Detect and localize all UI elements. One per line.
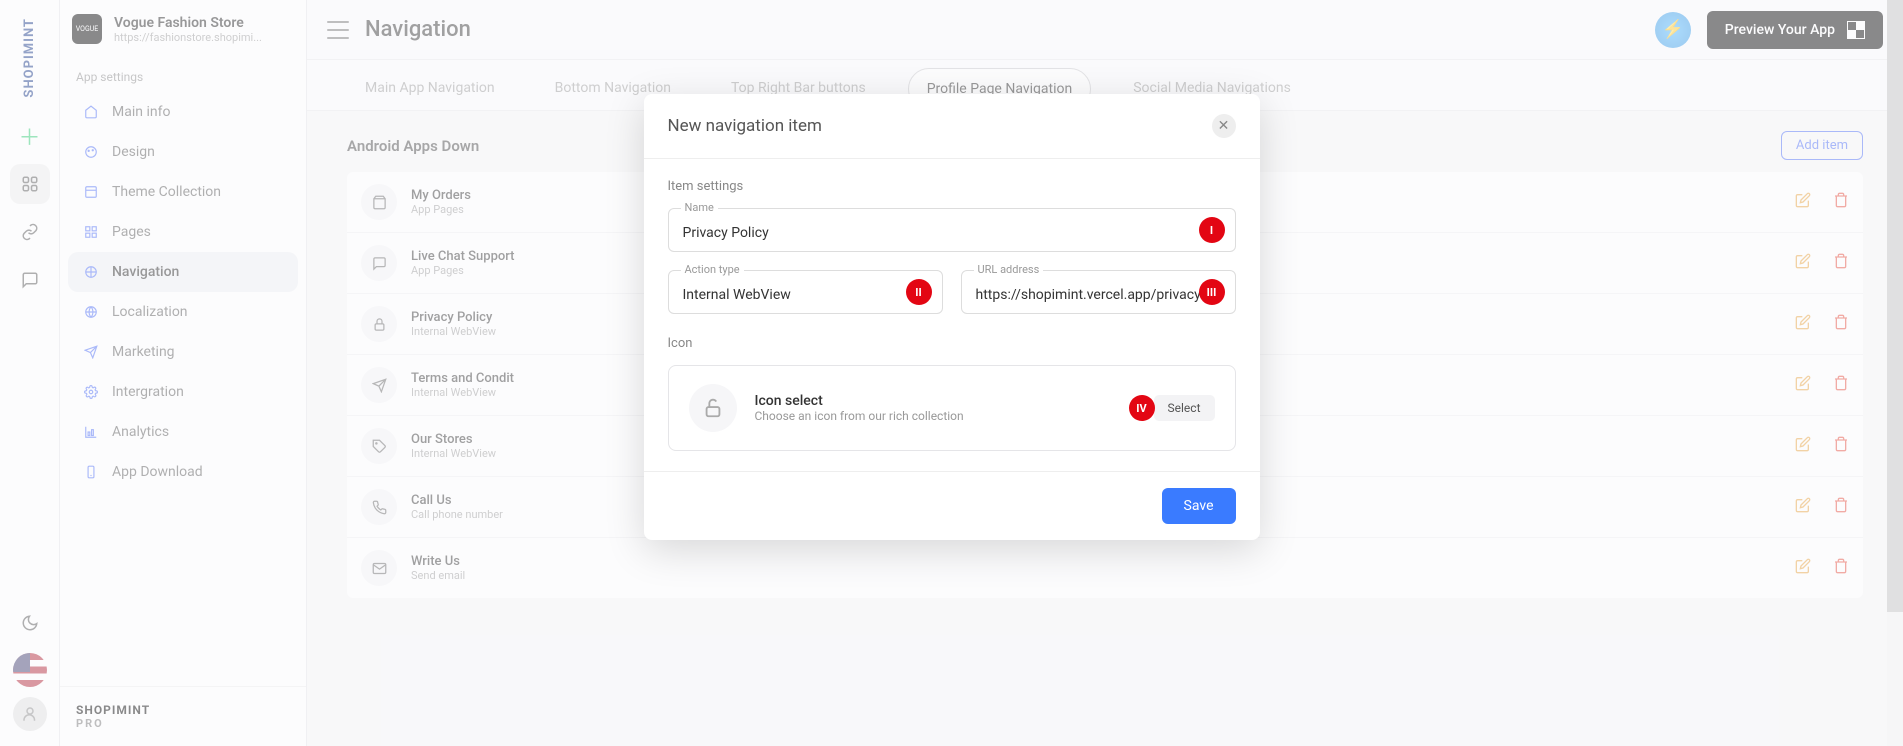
url-field[interactable]: URL address https://shopimint.vercel.app… (961, 270, 1236, 314)
lock-open-icon (689, 384, 737, 432)
action-type-field[interactable]: Action type Internal WebView II (668, 270, 943, 314)
item-settings-label: Item settings (668, 179, 1236, 194)
name-value: Privacy Policy (683, 225, 1221, 241)
url-label: URL address (974, 263, 1044, 276)
action-value: Internal WebView (683, 287, 928, 303)
close-icon[interactable]: ✕ (1212, 114, 1236, 138)
icon-select-title: Icon select (755, 393, 1136, 409)
marker-three: III (1199, 279, 1225, 305)
save-button[interactable]: Save (1162, 488, 1236, 524)
new-nav-item-modal: New navigation item ✕ Item settings Name… (644, 94, 1260, 540)
icon-select-box: Icon select Choose an icon from our rich… (668, 365, 1236, 451)
select-icon-button[interactable]: Select (1154, 395, 1215, 421)
action-label: Action type (681, 263, 744, 276)
marker-two: II (906, 279, 932, 305)
icon-select-sub: Choose an icon from our rich collection (755, 409, 1136, 423)
icon-section-label: Icon (668, 336, 1236, 351)
name-label: Name (681, 201, 718, 214)
modal-title: New navigation item (668, 116, 822, 136)
url-value: https://shopimint.vercel.app/privacy (976, 287, 1221, 303)
marker-one: I (1199, 217, 1225, 243)
name-field[interactable]: Name Privacy Policy I (668, 208, 1236, 252)
modal-overlay[interactable]: New navigation item ✕ Item settings Name… (0, 0, 1903, 746)
marker-four: IV (1129, 395, 1155, 421)
